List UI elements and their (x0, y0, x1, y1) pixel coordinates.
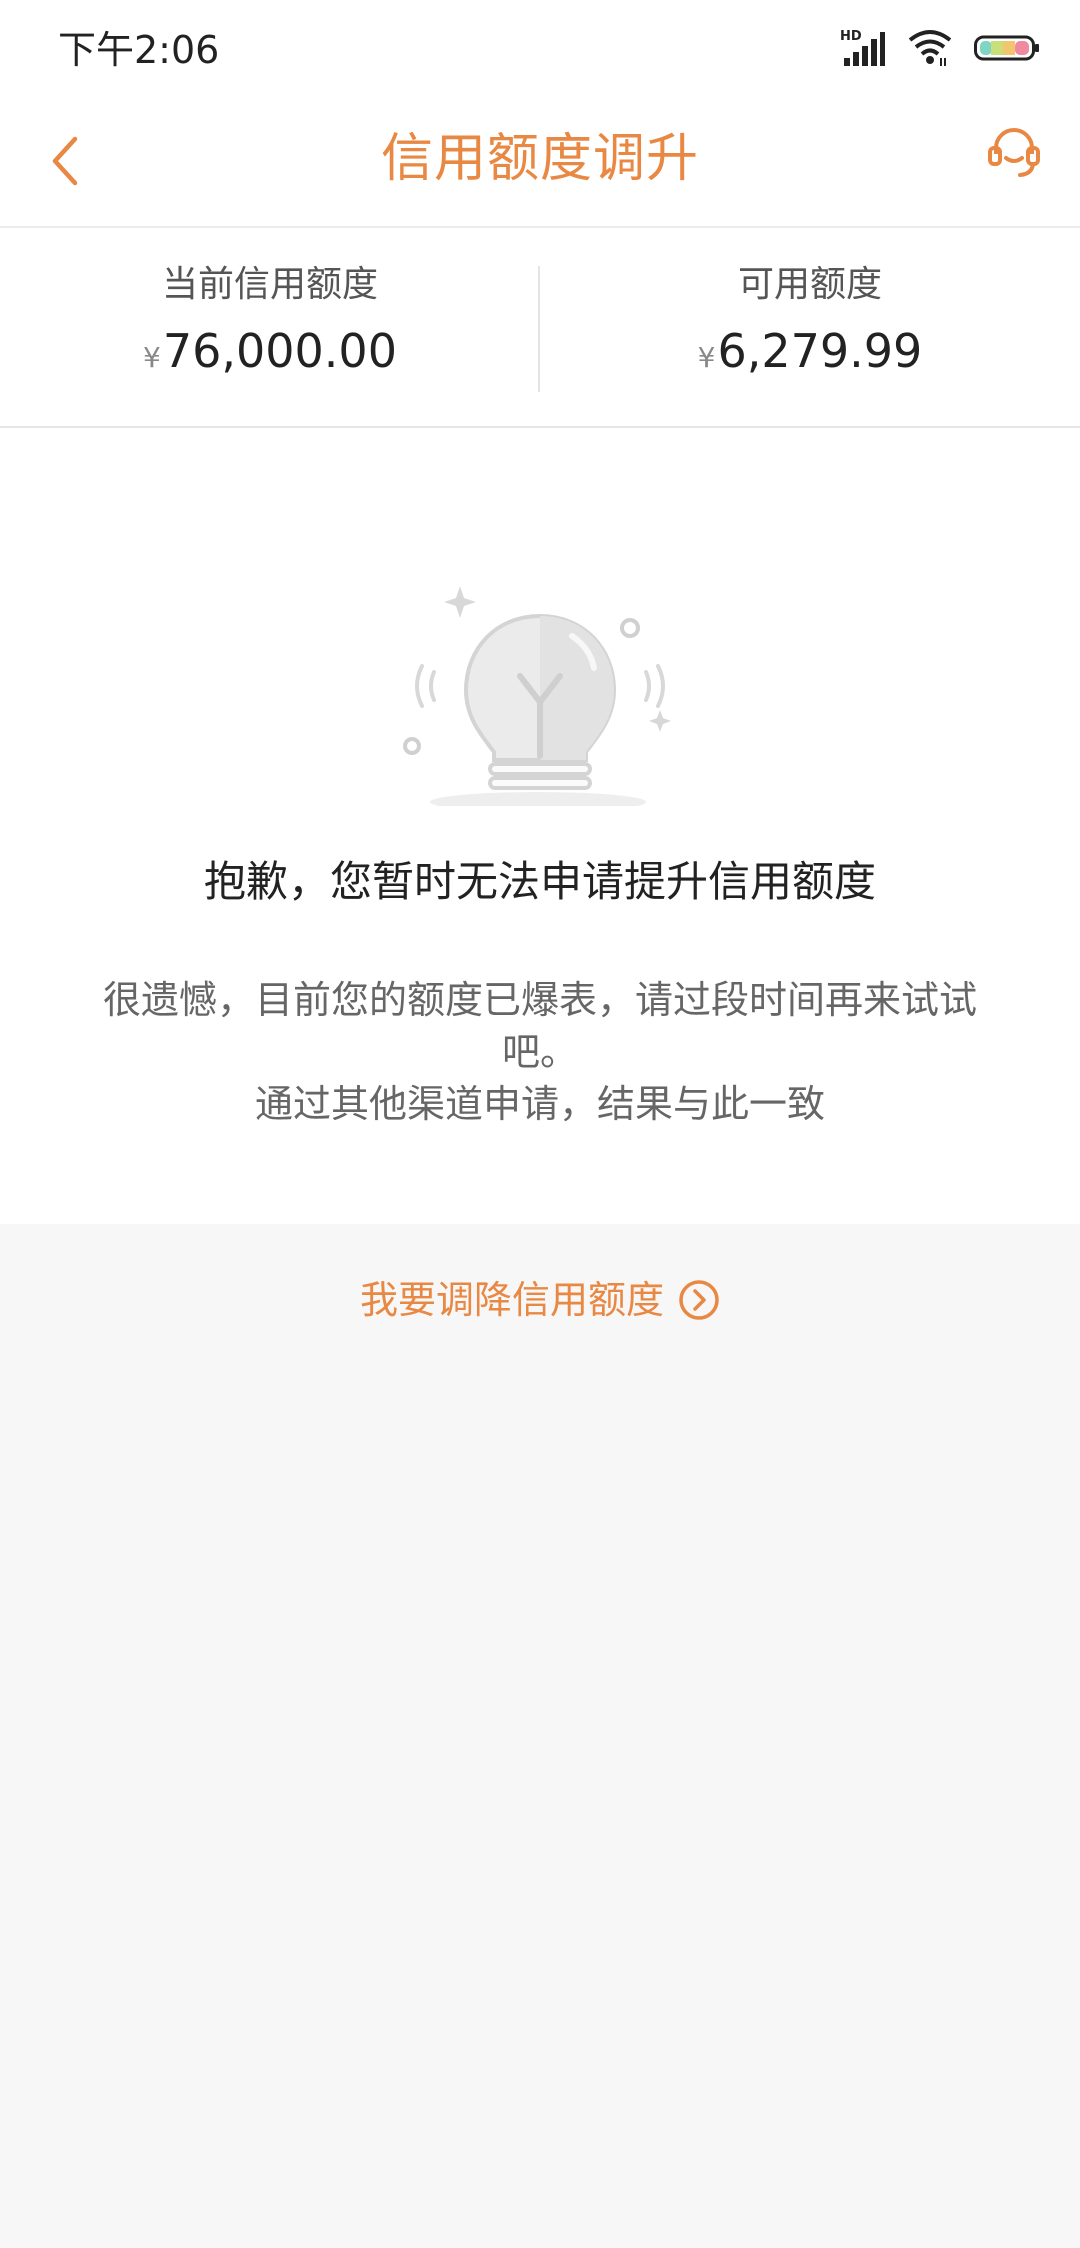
currency-symbol: ¥ (697, 341, 716, 374)
current-credit: 当前信用额度 ¥76,000.00 (0, 228, 540, 426)
available-credit-label: 可用额度 (737, 264, 882, 305)
error-description-line1: 很遗憾，目前您的额度已爆表，请过段时间再来试试吧。 (102, 978, 977, 1074)
battery-icon (974, 33, 1040, 67)
signal-icon: HD (840, 28, 886, 72)
customer-service-button[interactable] (974, 116, 1054, 196)
wifi-icon (908, 28, 952, 72)
status-bar: 下午2:06 HD (0, 0, 1080, 100)
current-credit-value: ¥76,000.00 (0, 320, 540, 389)
current-credit-label: 当前信用额度 (161, 264, 378, 305)
available-credit: 可用额度 ¥6,279.99 (540, 228, 1080, 426)
current-credit-amount: 76,000.00 (162, 324, 397, 378)
available-credit-amount: 6,279.99 (717, 324, 923, 378)
page-title: 信用额度调升 (380, 129, 699, 189)
status-icons: HD (840, 26, 1040, 74)
screen: 下午2:06 HD 信用额度调升 当前信用额度 ¥76,000.00 可用额度 … (0, 0, 1080, 2248)
message-card: 抱歉，您暂时无法申请提升信用额度 很遗憾，目前您的额度已爆表，请过段时间再来试试… (0, 428, 1080, 1224)
error-description-line2: 通过其他渠道申请，结果与此一致 (254, 1082, 825, 1126)
customer-service-icon (984, 124, 1044, 188)
circle-chevron-right-icon (678, 1279, 720, 1321)
network-label: HD (840, 29, 862, 44)
currency-symbol: ¥ (143, 341, 161, 374)
reduce-credit-label: 我要调降信用额度 (359, 1278, 664, 1322)
lightbulb-icon (390, 506, 690, 812)
credit-summary: 当前信用额度 ¥76,000.00 可用额度 ¥6,279.99 (0, 228, 1080, 428)
error-title: 抱歉，您暂时无法申请提升信用额度 (203, 857, 876, 906)
reduce-credit-link[interactable]: 我要调降信用额度 (0, 1268, 1080, 1332)
nav-bar: 信用额度调升 (0, 100, 1080, 228)
available-credit-value: ¥6,279.99 (540, 320, 1080, 389)
error-description: 很遗憾，目前您的额度已爆表，请过段时间再来试试吧。 通过其他渠道申请，结果与此一… (80, 974, 1000, 1130)
status-time: 下午2:06 (58, 28, 220, 72)
